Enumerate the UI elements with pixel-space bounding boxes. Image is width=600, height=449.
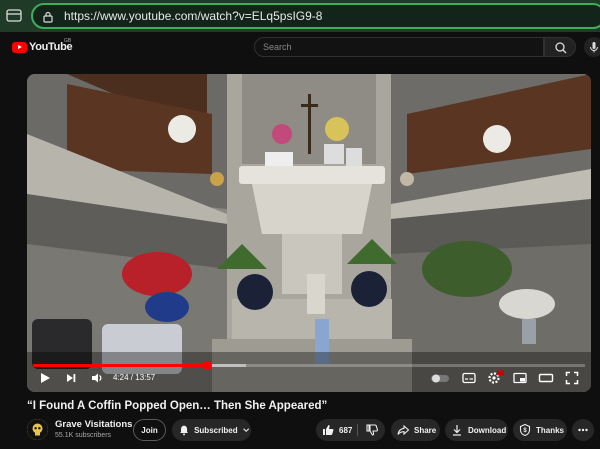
- address-url[interactable]: https://www.youtube.com/watch?v=ELq5psIG…: [64, 9, 322, 23]
- like-count[interactable]: 687: [339, 426, 352, 435]
- more-horizontal-icon: [578, 428, 588, 432]
- progress-played: [33, 364, 208, 367]
- join-label: Join: [141, 425, 158, 435]
- play-button[interactable]: [37, 370, 53, 386]
- volume-icon: [92, 373, 102, 383]
- search-placeholder: Search: [263, 42, 292, 52]
- skull-logo-icon: [27, 419, 48, 440]
- super-thanks-icon: $: [519, 423, 531, 437]
- microphone-icon: [590, 42, 598, 53]
- thumbs-up-icon[interactable]: [321, 423, 335, 437]
- fullscreen-button[interactable]: [564, 370, 580, 386]
- video-frame: [27, 74, 591, 392]
- youtube-header: YouTube GB Search: [0, 32, 600, 62]
- thanks-label: Thanks: [536, 425, 565, 435]
- subtitles-icon: [462, 372, 476, 384]
- autoplay-toggle-icon: [431, 374, 449, 383]
- video-title: “I Found A Coffin Popped Open… Then She …: [27, 400, 328, 412]
- like-dislike-group: 687: [316, 419, 385, 441]
- browser-toolbar: https://www.youtube.com/watch?v=ELq5psIG…: [0, 0, 600, 32]
- chevron-down-icon: [242, 428, 249, 433]
- like-divider: [357, 424, 358, 436]
- thanks-button[interactable]: $ Thanks: [513, 419, 567, 441]
- subtitles-button[interactable]: [461, 370, 477, 386]
- browser-tab-icon[interactable]: [5, 6, 23, 24]
- channel-name[interactable]: Grave Visitations: [55, 419, 132, 430]
- channel-avatar[interactable]: [27, 419, 48, 440]
- autoplay-toggle[interactable]: [429, 370, 451, 386]
- subscribed-label: Subscribed: [194, 425, 238, 435]
- bell-icon: [180, 425, 188, 436]
- voice-search-button[interactable]: [584, 37, 600, 57]
- region-code: GB: [64, 38, 72, 44]
- play-icon: [41, 373, 50, 383]
- svg-text:$: $: [523, 428, 527, 434]
- gear-icon: [488, 370, 504, 384]
- settings-button[interactable]: [486, 370, 504, 386]
- address-bar[interactable]: https://www.youtube.com/watch?v=ELq5psIG…: [31, 3, 600, 29]
- share-icon: [397, 424, 410, 436]
- youtube-play-logo-icon: [12, 41, 27, 53]
- miniplayer-button[interactable]: [512, 370, 528, 386]
- subscriber-count: 55.1K subscribers: [55, 432, 112, 439]
- mute-button[interactable]: [89, 370, 105, 386]
- lock-icon[interactable]: [42, 10, 54, 23]
- search-icon: [555, 42, 567, 54]
- share-label: Share: [414, 425, 437, 435]
- subscribed-button[interactable]: Subscribed: [172, 419, 251, 441]
- next-button[interactable]: [63, 370, 79, 386]
- miniplayer-icon: [513, 372, 527, 384]
- fullscreen-icon: [565, 371, 579, 385]
- theater-mode-button[interactable]: [538, 370, 554, 386]
- skip-next-icon: [67, 374, 76, 382]
- thumbs-down-icon[interactable]: [365, 423, 379, 437]
- time-display: 4:24 / 13:57: [113, 373, 156, 382]
- download-label: Download: [468, 425, 507, 435]
- theater-mode-icon: [538, 373, 554, 383]
- search-button[interactable]: [544, 37, 576, 57]
- search-input[interactable]: Search: [254, 37, 544, 57]
- progress-bar[interactable]: [33, 361, 585, 370]
- share-button[interactable]: Share: [391, 419, 440, 441]
- download-button[interactable]: Download: [445, 419, 508, 441]
- video-player[interactable]: 4:24 / 13:57: [27, 74, 591, 392]
- download-icon: [453, 425, 461, 436]
- more-actions-button[interactable]: [572, 419, 594, 441]
- join-button[interactable]: Join: [133, 419, 166, 441]
